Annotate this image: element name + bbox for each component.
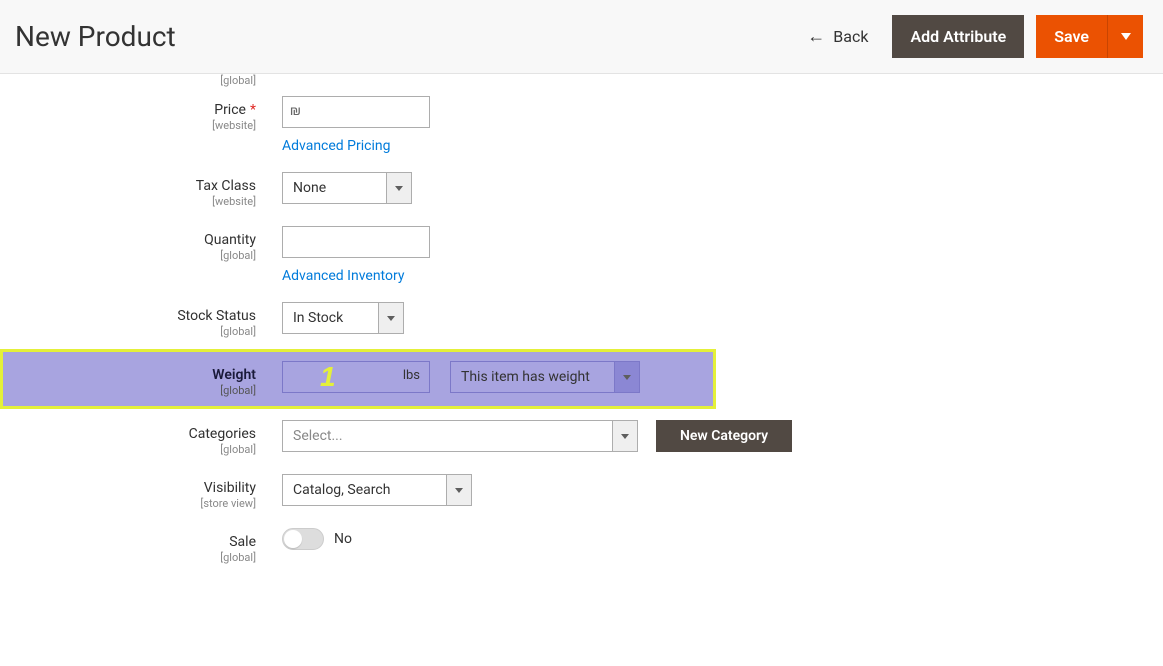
- back-label: Back: [833, 27, 868, 46]
- stock-status-select[interactable]: In Stock: [282, 302, 404, 334]
- chevron-down-icon: [455, 488, 463, 493]
- arrow-left-icon: ←: [807, 26, 825, 47]
- quantity-label: Quantity: [204, 232, 256, 248]
- visibility-dropdown-button[interactable]: [446, 474, 472, 506]
- tax-class-value: None: [282, 172, 386, 204]
- price-label: Price: [214, 102, 246, 118]
- categories-scope: [global]: [0, 443, 256, 456]
- toggle-knob-icon: [284, 530, 302, 548]
- price-input[interactable]: [282, 96, 430, 128]
- advanced-pricing-link[interactable]: Advanced Pricing: [282, 138, 390, 154]
- tax-class-label-col: Tax Class [website]: [0, 172, 282, 208]
- stock-status-dropdown-button[interactable]: [378, 302, 404, 334]
- currency-icon: ₪: [290, 103, 301, 119]
- weight-label-col: Weight [global]: [0, 361, 282, 397]
- categories-select[interactable]: Select...: [282, 420, 638, 452]
- tax-class-select[interactable]: None: [282, 172, 412, 204]
- categories-placeholder: Select...: [282, 420, 612, 452]
- quantity-field: Advanced Inventory: [282, 226, 1163, 284]
- weight-label: Weight: [212, 367, 256, 383]
- required-icon: *: [250, 102, 256, 118]
- stock-status-label: Stock Status: [177, 308, 256, 324]
- sale-scope: [global]: [0, 551, 256, 564]
- stock-status-scope: [global]: [0, 325, 256, 338]
- sale-row: Sale [global] No: [0, 519, 1163, 573]
- tax-class-scope: [website]: [0, 195, 256, 208]
- prev-field-scope: [global]: [0, 74, 282, 87]
- product-form: [global] Price* [website] ₪ Advanced Pri…: [0, 74, 1163, 613]
- stock-status-field: In Stock: [282, 302, 1163, 334]
- sale-field: No: [282, 528, 1163, 554]
- visibility-value: Catalog, Search: [282, 474, 446, 506]
- sale-toggle[interactable]: [282, 528, 324, 550]
- visibility-scope: [store view]: [0, 497, 256, 510]
- quantity-label-col: Quantity [global]: [0, 226, 282, 262]
- categories-label: Categories: [189, 426, 256, 442]
- save-button[interactable]: Save: [1036, 15, 1107, 58]
- price-field: ₪ Advanced Pricing: [282, 96, 1163, 154]
- price-scope: [website]: [0, 119, 256, 132]
- categories-dropdown-button[interactable]: [612, 420, 638, 452]
- categories-label-col: Categories [global]: [0, 420, 282, 456]
- tax-class-row: Tax Class [website] None: [0, 163, 1163, 217]
- weight-scope: [global]: [0, 384, 256, 397]
- chevron-down-icon: [395, 186, 403, 191]
- quantity-scope: [global]: [0, 249, 256, 262]
- visibility-label: Visibility: [204, 480, 256, 496]
- categories-field: Select... New Category: [282, 420, 1163, 452]
- tax-class-dropdown-button[interactable]: [386, 172, 412, 204]
- back-button[interactable]: ← Back: [795, 18, 880, 55]
- categories-row: Categories [global] Select... New Catego…: [0, 411, 1163, 465]
- visibility-label-col: Visibility [store view]: [0, 474, 282, 510]
- chevron-down-icon: [623, 375, 631, 380]
- save-group: Save: [1036, 15, 1143, 58]
- weight-row: Weight [global] 1 lbs This item has weig…: [0, 349, 716, 409]
- weight-unit: lbs: [403, 368, 420, 383]
- quantity-input[interactable]: [282, 226, 430, 258]
- tax-class-label: Tax Class: [196, 178, 256, 194]
- tax-class-field: None: [282, 172, 1163, 204]
- stock-status-row: Stock Status [global] In Stock: [0, 293, 1163, 347]
- sale-label-col: Sale [global]: [0, 528, 282, 564]
- weight-field: 1 lbs This item has weight: [282, 361, 716, 393]
- stock-status-value: In Stock: [282, 302, 378, 334]
- chevron-down-icon: [1121, 33, 1131, 40]
- advanced-inventory-link[interactable]: Advanced Inventory: [282, 268, 404, 284]
- sale-label: Sale: [229, 534, 256, 550]
- price-row: Price* [website] ₪ Advanced Pricing: [0, 87, 1163, 163]
- weight-has-value: This item has weight: [450, 361, 614, 393]
- stock-status-label-col: Stock Status [global]: [0, 302, 282, 338]
- page-title: New Product: [15, 20, 176, 53]
- chevron-down-icon: [621, 434, 629, 439]
- save-dropdown-button[interactable]: [1107, 15, 1143, 58]
- quantity-row: Quantity [global] Advanced Inventory: [0, 217, 1163, 293]
- chevron-down-icon: [387, 316, 395, 321]
- weight-has-dropdown-button[interactable]: [614, 361, 640, 393]
- sale-toggle-label: No: [334, 531, 352, 547]
- weight-has-select[interactable]: This item has weight: [450, 361, 640, 393]
- header-actions: ← Back Add Attribute Save: [795, 15, 1143, 58]
- visibility-field: Catalog, Search: [282, 474, 1163, 506]
- page-header: New Product ← Back Add Attribute Save: [0, 0, 1163, 74]
- visibility-row: Visibility [store view] Catalog, Search: [0, 465, 1163, 519]
- price-label-col: Price* [website]: [0, 96, 282, 132]
- visibility-select[interactable]: Catalog, Search: [282, 474, 472, 506]
- new-category-button[interactable]: New Category: [656, 420, 792, 452]
- add-attribute-button[interactable]: Add Attribute: [892, 15, 1024, 58]
